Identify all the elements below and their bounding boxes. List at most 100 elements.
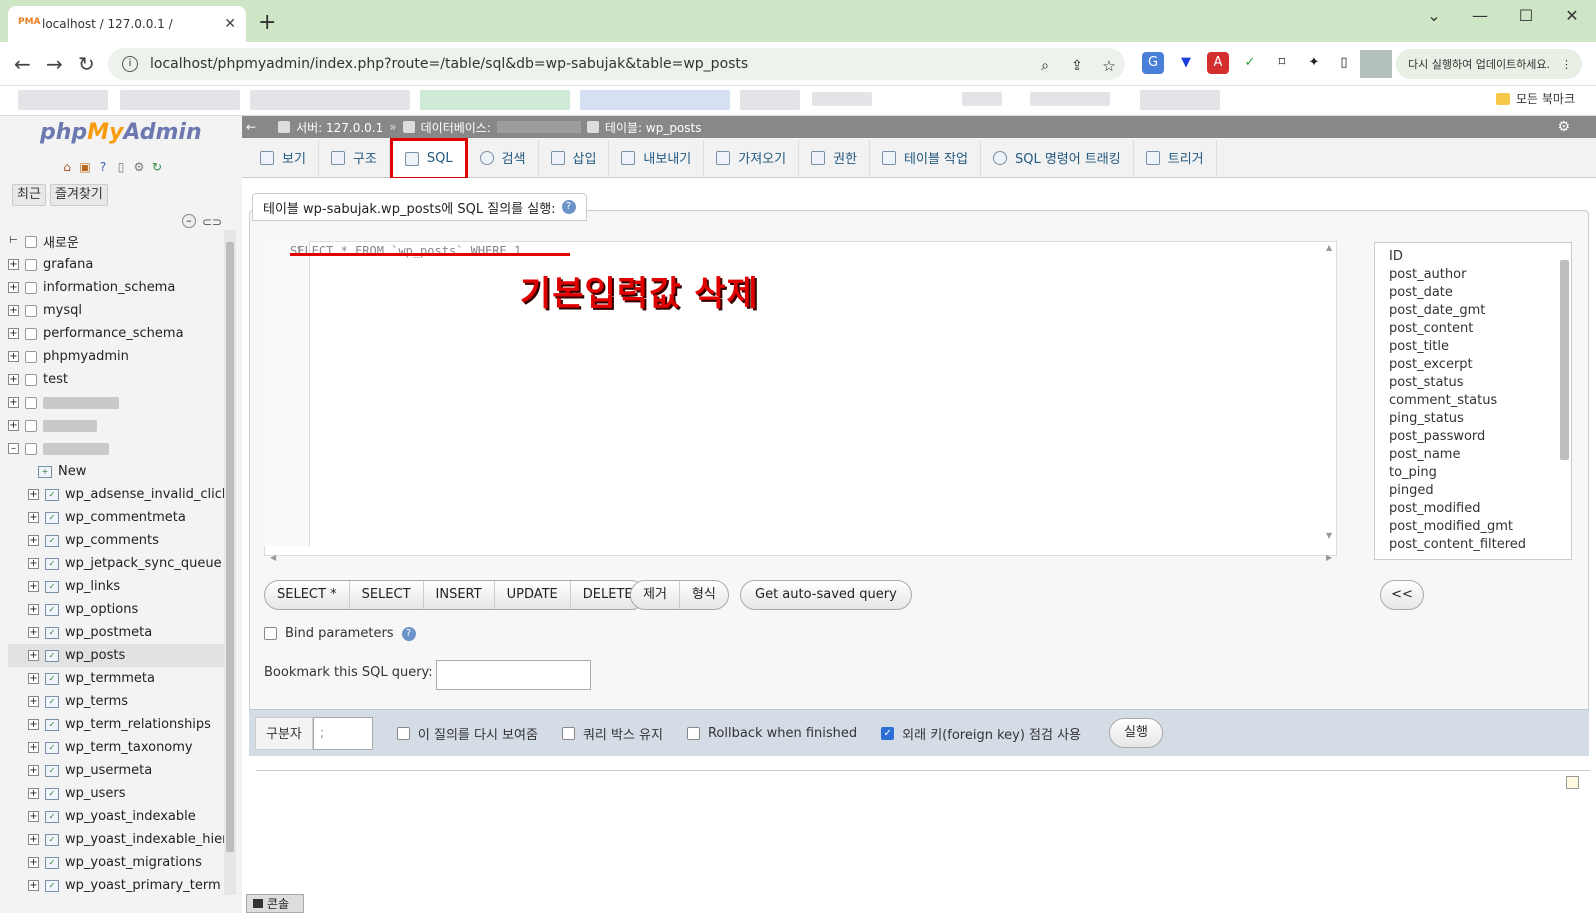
pdf-extension-icon[interactable]: A	[1207, 52, 1229, 74]
column-item[interactable]: post_content	[1389, 321, 1571, 339]
column-item[interactable]: ID	[1389, 249, 1571, 267]
tab-tracking[interactable]: SQL 명령어 트래킹	[981, 139, 1134, 176]
logout-icon[interactable]: ▣	[78, 160, 92, 174]
reload-icon[interactable]: ↻	[78, 52, 95, 76]
tree-item-table[interactable]: + ✓ wp_yoast_indexable_hierar	[8, 828, 232, 851]
new-tab-icon[interactable]: +	[258, 10, 276, 35]
delimiter-input[interactable]: ;	[312, 716, 373, 750]
insert-column-button[interactable]: <<	[1380, 580, 1424, 610]
all-bookmarks-button[interactable]: 모든 북마크	[1496, 90, 1575, 107]
column-item[interactable]: comment_status	[1389, 393, 1571, 411]
tree-item-db[interactable]: + test	[8, 368, 232, 391]
back-icon[interactable]: ←	[14, 52, 31, 76]
expand-icon[interactable]: +	[28, 581, 39, 592]
settings-gear-icon[interactable]: ⚙	[1557, 119, 1570, 135]
fk-check-checkbox[interactable]: ✓	[881, 726, 895, 740]
expand-icon[interactable]: +	[28, 811, 39, 822]
tree-item-table[interactable]: + ✓ wp_terms	[8, 690, 232, 713]
expand-icon[interactable]: +	[8, 305, 19, 316]
tree-item-db-redacted[interactable]: –	[8, 437, 232, 460]
url-bar[interactable]: i localhost/phpmyadmin/index.php?route=/…	[108, 48, 1125, 80]
tree-item-table[interactable]: + ✓ wp_users	[8, 782, 232, 805]
select-button[interactable]: SELECT	[350, 581, 424, 609]
column-item[interactable]: post_password	[1389, 429, 1571, 447]
expand-icon[interactable]: +	[28, 765, 39, 776]
expand-icon[interactable]: +	[8, 351, 19, 362]
expand-icon[interactable]: +	[8, 397, 19, 408]
tree-item-table[interactable]: + ✓ wp_usermeta	[8, 759, 232, 782]
home-icon[interactable]: ⌂	[60, 160, 74, 174]
tree-item-db[interactable]: + grafana	[8, 253, 232, 276]
sidepanel-icon[interactable]: ▯	[1333, 52, 1355, 74]
column-item[interactable]: post_modified_gmt	[1389, 519, 1571, 537]
expand-icon[interactable]: +	[28, 512, 39, 523]
tab-import[interactable]: 가져오기	[704, 139, 800, 176]
expand-icon[interactable]: +	[28, 627, 39, 638]
insert-button[interactable]: INSERT	[424, 581, 495, 609]
tree-item-table[interactable]: + ✓ wp_comments	[8, 529, 232, 552]
tab-sql[interactable]: SQL	[389, 137, 468, 180]
bookmark-input[interactable]	[436, 660, 591, 690]
tree-item-db-redacted[interactable]: +	[8, 391, 232, 414]
bookmark-star-icon[interactable]: ☆	[1098, 55, 1120, 77]
extension-icon[interactable]: ✓	[1239, 52, 1261, 74]
tree-item-table-selected[interactable]: + ✓ wp_posts	[8, 644, 232, 667]
run-button[interactable]: 실행	[1109, 718, 1163, 748]
share-icon[interactable]: ⇪	[1066, 55, 1088, 77]
column-item[interactable]: post_title	[1389, 339, 1571, 357]
breadcrumb-table[interactable]: 테이블: wp_posts	[605, 119, 702, 136]
collapse-all-icon[interactable]: –	[182, 214, 196, 228]
update-button[interactable]: UPDATE	[495, 581, 571, 609]
column-item[interactable]: post_excerpt	[1389, 357, 1571, 375]
column-item[interactable]: to_ping	[1389, 465, 1571, 483]
scroll-right-icon[interactable]: ▶	[1326, 553, 1332, 562]
settings-gear-icon[interactable]: ⚙	[132, 160, 146, 174]
tree-item-db[interactable]: + performance_schema	[8, 322, 232, 345]
tree-item-table[interactable]: + ✓ wp_yoast_migrations	[8, 851, 232, 874]
expand-icon[interactable]: +	[28, 880, 39, 891]
show-again-option[interactable]: 이 질의를 다시 보여줌	[396, 724, 538, 743]
tab-triggers[interactable]: 트리거	[1134, 139, 1217, 176]
expand-icon[interactable]: +	[28, 650, 39, 661]
tab-operations[interactable]: 테이블 작업	[870, 139, 981, 176]
bookmark-icon[interactable]: ⌑	[1271, 52, 1293, 74]
tab-insert[interactable]: 삽입	[539, 139, 610, 176]
tree-item-table[interactable]: + ✓ wp_commentmeta	[8, 506, 232, 529]
expand-icon[interactable]: +	[28, 535, 39, 546]
tree-item-db[interactable]: + mysql	[8, 299, 232, 322]
tab-search[interactable]: 검색	[468, 139, 539, 176]
tree-item-table[interactable]: + ✓ wp_termmeta	[8, 667, 232, 690]
tree-item-db[interactable]: + information_schema	[8, 276, 232, 299]
scroll-left-icon[interactable]: ◀	[270, 553, 276, 562]
column-item[interactable]: post_content_filtered	[1389, 537, 1571, 555]
expand-icon[interactable]: +	[8, 259, 19, 270]
tab-structure[interactable]: 구조	[319, 139, 390, 176]
window-close-icon[interactable]: ✕	[1552, 6, 1592, 25]
expand-icon[interactable]: +	[28, 742, 39, 753]
tab-search-icon[interactable]: ⌄	[1414, 6, 1454, 25]
format-button[interactable]: 형식	[680, 581, 728, 609]
select-star-button[interactable]: SELECT *	[265, 581, 350, 609]
recent-button[interactable]: 최근	[12, 184, 46, 206]
sql-editor[interactable]	[264, 241, 1337, 556]
column-item[interactable]: post_modified	[1389, 501, 1571, 519]
console-toggle[interactable]: 콘솔	[246, 894, 304, 913]
expand-icon[interactable]: +	[28, 788, 39, 799]
forward-icon[interactable]: →	[46, 52, 63, 76]
tree-item-table[interactable]: + ✓ wp_options	[8, 598, 232, 621]
get-autosaved-query-button[interactable]: Get auto-saved query	[740, 580, 912, 610]
avatar[interactable]	[1360, 50, 1392, 78]
tree-item-table[interactable]: + ✓ wp_links	[8, 575, 232, 598]
tree-item-new-db[interactable]: ⊢ 새로운	[8, 230, 232, 253]
translate-icon[interactable]: G	[1142, 52, 1164, 74]
column-list-scrollbar-thumb[interactable]	[1560, 260, 1569, 460]
expand-icon[interactable]: +	[28, 834, 39, 845]
expand-icon[interactable]: +	[28, 719, 39, 730]
refresh-icon[interactable]: ↻	[150, 160, 164, 174]
expand-icon[interactable]: +	[8, 374, 19, 385]
expand-icon[interactable]: +	[8, 282, 19, 293]
tab-export[interactable]: 내보내기	[609, 139, 705, 176]
fk-check-option[interactable]: ✓ 외래 키(foreign key) 점검 사용	[881, 724, 1081, 743]
expand-icon[interactable]: +	[28, 604, 39, 615]
tree-item-db-redacted[interactable]: +	[8, 414, 232, 437]
